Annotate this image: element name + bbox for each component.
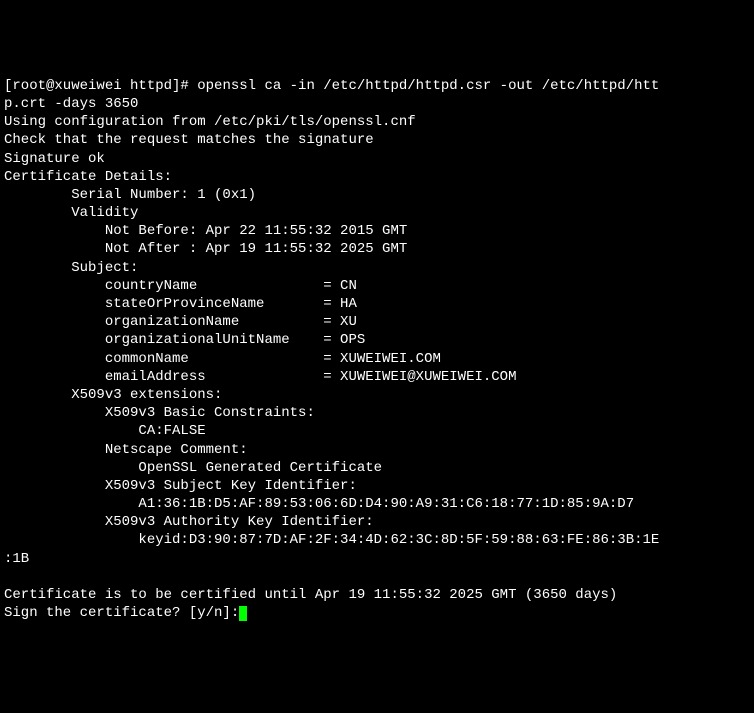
country-line: countryName = CN xyxy=(4,278,357,294)
openssl-gen-line: OpenSSL Generated Certificate xyxy=(4,460,382,476)
auth-key-wrap: :1B xyxy=(4,551,29,567)
email-line: emailAddress = XUWEIWEI@XUWEIWEI.COM xyxy=(4,369,516,385)
common-name-line: commonName = XUWEIWEI.COM xyxy=(4,351,441,367)
state-line: stateOrProvinceName = HA xyxy=(4,296,357,312)
cursor-icon xyxy=(239,606,247,621)
subject-key-label: X509v3 Subject Key Identifier: xyxy=(4,478,365,494)
config-line: Using configuration from /etc/pki/tls/op… xyxy=(4,114,416,130)
signature-ok: Signature ok xyxy=(4,151,105,167)
cert-until-line: Certificate is to be certified until Apr… xyxy=(4,587,617,603)
subject-key-value: A1:36:1B:D5:AF:89:53:06:6D:D4:90:A9:31:C… xyxy=(4,496,634,512)
x509-ext-label: X509v3 extensions: xyxy=(4,387,222,403)
org-line: organizationName = XU xyxy=(4,314,357,330)
auth-key-label: X509v3 Authority Key Identifier: xyxy=(4,514,382,530)
command-text: openssl ca -in /etc/httpd/httpd.csr -out… xyxy=(197,78,659,94)
command-wrap: p.crt -days 3650 xyxy=(4,96,138,112)
cert-details-header: Certificate Details: xyxy=(4,169,172,185)
ca-false-line: CA:FALSE xyxy=(4,423,206,439)
subject-label: Subject: xyxy=(4,260,138,276)
org-unit-line: organizationalUnitName = OPS xyxy=(4,332,365,348)
netscape-label: Netscape Comment: xyxy=(4,442,256,458)
auth-key-value: keyid:D3:90:87:7D:AF:2F:34:4D:62:3C:8D:5… xyxy=(4,532,659,548)
validity-label: Validity xyxy=(4,205,138,221)
serial-number-line: Serial Number: 1 (0x1) xyxy=(4,187,256,203)
sign-prompt[interactable]: Sign the certificate? [y/n]: xyxy=(4,605,239,621)
terminal-output: [root@xuweiwei httpd]# openssl ca -in /e… xyxy=(4,77,750,623)
not-after-line: Not After : Apr 19 11:55:32 2025 GMT xyxy=(4,241,407,257)
not-before-line: Not Before: Apr 22 11:55:32 2015 GMT xyxy=(4,223,407,239)
shell-prompt: [root@xuweiwei httpd]# xyxy=(4,78,197,94)
basic-constraints-label: X509v3 Basic Constraints: xyxy=(4,405,323,421)
check-line: Check that the request matches the signa… xyxy=(4,132,374,148)
